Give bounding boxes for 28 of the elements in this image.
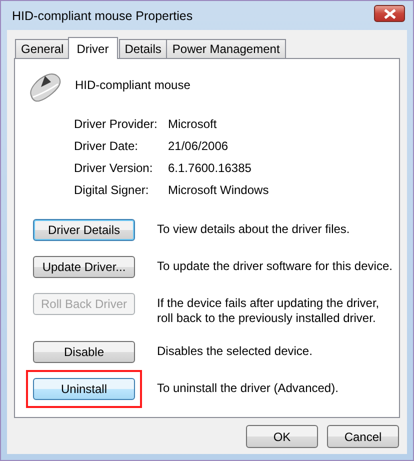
property-label: Driver Version:	[74, 161, 154, 175]
action-button[interactable]: Disable	[33, 341, 135, 363]
device-name: HID-compliant mouse	[75, 78, 190, 92]
window-title: HID-compliant mouse Properties	[12, 8, 193, 22]
dialog-button[interactable]: Cancel	[327, 425, 399, 448]
dialog-button[interactable]: OK	[246, 425, 318, 448]
property-value: Microsoft	[168, 117, 218, 131]
tab[interactable]: Power Management	[166, 39, 286, 58]
property-label: Driver Provider:	[74, 117, 158, 131]
property-label: Digital Signer:	[74, 183, 150, 197]
action-description: To uninstall the driver (Advanced).	[157, 380, 340, 396]
action-description: If the device fails after updating the driver, roll back to the previously installed driver.	[157, 295, 380, 326]
tab[interactable]: General	[15, 39, 70, 58]
mouse-icon	[27, 73, 63, 103]
property-value: 21/06/2006	[168, 139, 230, 153]
tab[interactable]: Details	[118, 39, 168, 58]
action-button[interactable]: Update Driver...	[33, 256, 135, 278]
property-value: 6.1.7600.16385	[168, 161, 252, 175]
close-button[interactable]	[374, 5, 405, 22]
action-description: To view details about the driver files.	[157, 221, 351, 237]
action-button[interactable]: Driver Details	[33, 219, 135, 241]
action-button[interactable]: Uninstall	[33, 378, 135, 400]
action-description: To update the driver software for this device.	[157, 258, 394, 274]
property-value: Microsoft Windows	[168, 183, 270, 197]
tab[interactable]: Driver	[68, 37, 118, 59]
property-label: Driver Date:	[74, 139, 140, 153]
action-description: Disables the selected device.	[157, 343, 314, 359]
close-icon	[384, 8, 396, 18]
